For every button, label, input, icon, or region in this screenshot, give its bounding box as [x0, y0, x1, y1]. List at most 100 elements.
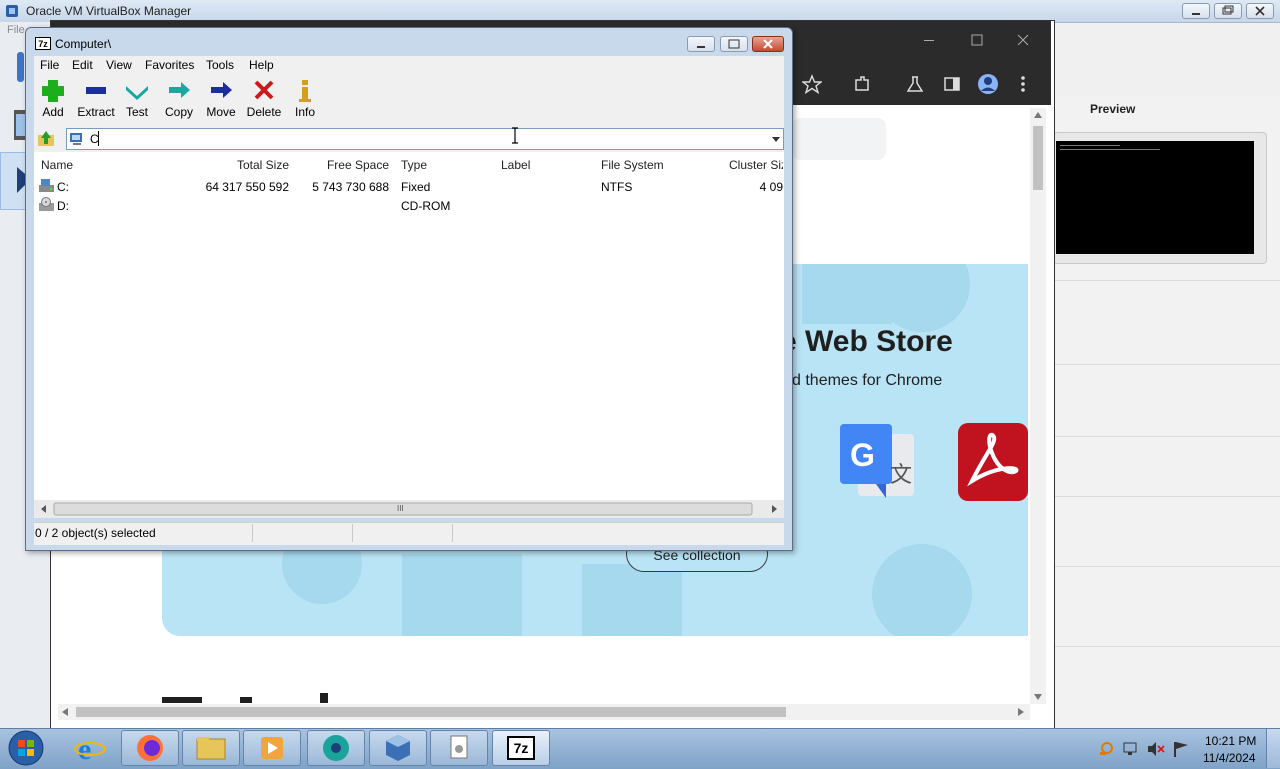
column-file-system[interactable]: File System	[601, 158, 664, 172]
vbox-close-button[interactable]	[1246, 3, 1274, 19]
media-player-icon	[261, 737, 283, 759]
test-check-icon	[126, 86, 148, 100]
copy-label: Copy	[164, 105, 193, 119]
divider	[1054, 364, 1280, 365]
extensions-icon[interactable]	[852, 74, 872, 94]
info-icon	[299, 80, 311, 102]
7zip-icon: 7z	[507, 736, 535, 760]
zip-maximize-button[interactable]	[720, 36, 748, 52]
clock-date[interactable]: 11/4/2024	[1203, 751, 1256, 765]
row-c-free: 5 743 730 688	[312, 180, 389, 194]
adobe-acrobat-icon[interactable]	[958, 423, 1028, 501]
path-input[interactable]	[66, 128, 784, 150]
taskbar-7zip[interactable]: 7z	[492, 730, 550, 766]
svg-text:e: e	[78, 733, 91, 764]
column-total-size[interactable]: Total Size	[190, 158, 289, 172]
taskbar-virtualbox[interactable]	[369, 730, 427, 766]
internet-explorer-icon[interactable]: e	[74, 732, 106, 764]
delete-button[interactable]: Delete	[244, 78, 284, 122]
extract-button[interactable]: Extract	[76, 78, 116, 122]
taskbar-media-player[interactable]	[243, 730, 301, 766]
virtualbox-app-icon	[6, 5, 18, 17]
info-label: Info	[294, 105, 315, 119]
restore-icon	[1222, 5, 1234, 15]
taskbar-explorer[interactable]	[182, 730, 240, 766]
start-button[interactable]	[6, 729, 46, 767]
firefox-icon	[137, 735, 163, 761]
row-c-total: 64 317 550 592	[205, 180, 289, 194]
status-divider	[352, 524, 353, 542]
add-plus-icon	[42, 80, 64, 102]
taskbar-document[interactable]	[430, 730, 488, 766]
delete-label: Delete	[246, 105, 282, 119]
clock-time[interactable]: 10:21 PM	[1205, 734, 1256, 748]
menu-file[interactable]: File	[40, 58, 59, 72]
svg-text:G: G	[850, 437, 875, 473]
extract-minus-icon	[86, 87, 106, 94]
store-title: e Web Store	[780, 325, 953, 358]
cd-drive-icon	[39, 197, 54, 211]
chrome-menu-icon[interactable]	[1015, 74, 1031, 94]
list-horizontal-scrollbar[interactable]	[34, 500, 784, 518]
row-c-fs: NTFS	[601, 180, 633, 194]
ibeam-cursor-icon	[512, 127, 518, 144]
zip-close-button[interactable]	[752, 36, 784, 52]
virtualbox-title: Oracle VM VirtualBox Manager	[26, 4, 192, 18]
column-name[interactable]: Name	[41, 158, 73, 172]
add-button[interactable]: Add	[33, 78, 73, 122]
labs-flask-icon[interactable]	[905, 74, 925, 94]
menu-help[interactable]: Help	[249, 58, 274, 72]
menu-favorites[interactable]: Favorites	[145, 58, 194, 72]
divider	[1054, 436, 1280, 437]
extract-label: Extract	[77, 105, 115, 119]
taskbar-chrome[interactable]	[307, 730, 365, 766]
status-divider	[252, 524, 253, 542]
row-c-cluster: 4 09	[759, 180, 783, 194]
row-d-name: D:	[57, 199, 69, 213]
move-button[interactable]: Move	[201, 78, 241, 122]
virtualbox-icon	[386, 735, 410, 761]
minimize-icon	[697, 46, 705, 48]
move-label: Move	[206, 105, 236, 119]
column-type[interactable]: Type	[401, 158, 427, 172]
page-vertical-scrollbar[interactable]	[1030, 108, 1046, 704]
preview-console-text	[1060, 145, 1160, 150]
7zip-title-icon: 7z	[35, 37, 51, 50]
taskbar-firefox[interactable]	[121, 730, 179, 766]
system-tray-icons[interactable]	[1098, 740, 1194, 758]
vbox-minimize-button[interactable]	[1182, 3, 1210, 19]
svg-text:文: 文	[890, 463, 912, 488]
text-cursor	[98, 131, 99, 146]
page-horizontal-scrollbar[interactable]	[58, 704, 1030, 720]
up-folder-icon[interactable]	[36, 130, 56, 148]
copy-button[interactable]: Copy	[159, 78, 199, 122]
menu-view[interactable]: View	[106, 58, 132, 72]
divider	[1054, 566, 1280, 567]
column-free-space[interactable]: Free Space	[290, 158, 389, 172]
show-desktop-button[interactable]	[1266, 729, 1280, 768]
divider	[1054, 280, 1280, 281]
vbox-restore-button[interactable]	[1214, 3, 1242, 19]
column-label[interactable]: Label	[501, 158, 530, 172]
zip-minimize-button[interactable]	[687, 36, 715, 52]
scroll-grip: III	[397, 504, 404, 513]
search-box[interactable]	[792, 118, 886, 160]
vbox-menu-file[interactable]: File	[7, 24, 25, 36]
google-translate-icon[interactable]: G 文	[840, 424, 918, 500]
menu-tools[interactable]: Tools	[206, 58, 234, 72]
row-c-type: Fixed	[401, 180, 431, 194]
vm-preview-screen	[1056, 141, 1254, 254]
scroll-thumb	[62, 707, 1024, 717]
test-label: Test	[125, 105, 148, 119]
column-cluster-size[interactable]: Cluster Siz	[729, 158, 783, 172]
browser-icon	[323, 735, 349, 761]
copy-arrow-icon	[169, 82, 190, 98]
document-icon	[450, 735, 468, 759]
side-panel-icon[interactable]	[942, 74, 962, 94]
chevron-down-icon[interactable]	[771, 136, 781, 144]
bookmark-star-icon[interactable]	[802, 74, 822, 94]
test-button[interactable]: Test	[117, 78, 157, 122]
menu-edit[interactable]: Edit	[72, 58, 93, 72]
info-button[interactable]: Info	[285, 78, 325, 122]
profile-avatar-icon[interactable]	[977, 73, 999, 95]
